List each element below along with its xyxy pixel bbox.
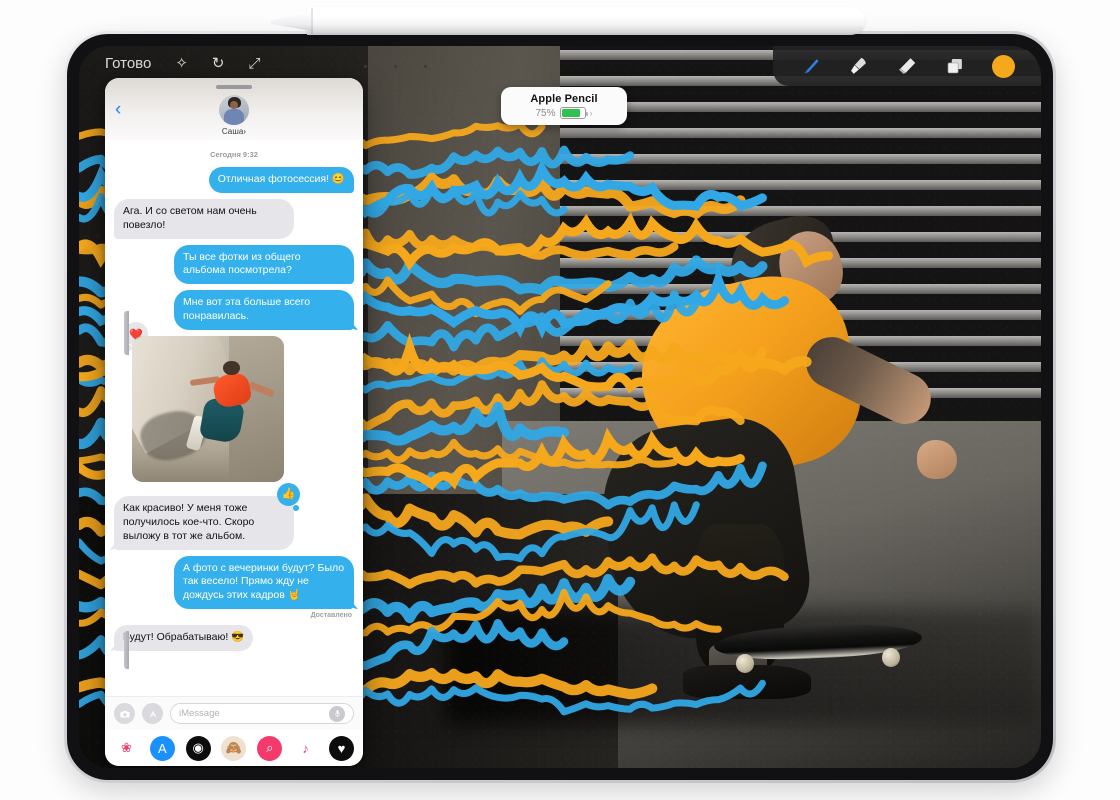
eraser-tool[interactable] xyxy=(892,53,922,79)
apple-pencil-accessory xyxy=(265,3,865,39)
app-store-icon[interactable] xyxy=(142,703,163,724)
message-bubble-outgoing[interactable]: Ты все фотки из общего альбома посмотрел… xyxy=(174,244,354,285)
bubble-tail xyxy=(110,536,121,550)
microphone-icon[interactable] xyxy=(329,705,345,722)
apple-pencil-battery-popup: Apple Pencil 75% › xyxy=(501,87,627,125)
toolbar-item[interactable]: Готово xyxy=(105,55,151,72)
slideover-drag-handle[interactable] xyxy=(216,85,252,89)
message-bubble-outgoing[interactable]: Мне вот эта больше всего понравилась. xyxy=(174,290,358,331)
avatar[interactable] xyxy=(219,95,249,125)
message-bubble-outgoing[interactable]: А фото с вечеринки будут? Было так весел… xyxy=(174,555,358,610)
message-bubble-outgoing[interactable]: Отличная фотосессия! 😊 xyxy=(208,167,354,193)
images-search-icon[interactable]: ⌕ xyxy=(257,735,283,761)
toolbar-item[interactable]: ↻ xyxy=(212,54,225,72)
message-input[interactable]: iMessage xyxy=(170,703,354,724)
app-store-icon[interactable]: A xyxy=(149,735,175,761)
message-bubble-incoming[interactable]: Ага. И со светом нам очень повезло! xyxy=(114,198,294,239)
imessage-app-drawer[interactable]: ❀ A ◉ 🙈 ⌕ ♪ ♥ xyxy=(105,730,363,766)
apple-pencil-seam xyxy=(311,8,313,34)
microphone-hole-icon xyxy=(394,65,397,68)
marker-tool[interactable] xyxy=(844,53,874,79)
music-record-icon[interactable]: ◉ xyxy=(185,735,211,761)
ipad-screen: Готово ✧ ↻ ⤢ Apple Pencil 75% › ‹ Саша› … xyxy=(79,46,1041,768)
photo-app-toolbar[interactable]: Готово ✧ ↻ ⤢ xyxy=(93,46,423,80)
bubble-tail xyxy=(110,638,121,652)
message-thread[interactable]: Сегодня 9:32 Отличная фотосессия! 😊 Ага.… xyxy=(105,140,363,696)
color-swatch-button[interactable] xyxy=(988,53,1018,79)
apple-pencil-battery-row: 75% › xyxy=(535,107,593,119)
message-bubble-incoming[interactable]: Как красиво! У меня тоже получилось кое-… xyxy=(110,483,300,550)
digital-touch-icon[interactable]: ♥ xyxy=(328,735,354,761)
back-button[interactable]: ‹ xyxy=(115,100,121,119)
message-row: Мне вот эта больше всего понравилась. xyxy=(114,290,358,331)
apple-pencil-tip xyxy=(271,12,311,31)
markup-toolbar[interactable] xyxy=(773,46,1041,86)
delivered-status: Доставлено xyxy=(310,612,352,620)
message-row: Отличная фотосессия! 😊 xyxy=(114,167,354,193)
microphone-hole-icon xyxy=(424,65,427,68)
power-button[interactable] xyxy=(124,311,129,355)
chevron-right-icon: › xyxy=(589,108,593,118)
toolbar-item[interactable]: ⤢ xyxy=(248,55,260,72)
message-composer[interactable]: iMessage xyxy=(105,696,363,730)
bubble-tail xyxy=(347,317,358,331)
apple-pencil-title: Apple Pencil xyxy=(530,93,598,105)
camera-icon[interactable] xyxy=(114,703,135,724)
message-row: Ты все фотки из общего альбома посмотрел… xyxy=(114,244,354,285)
microphone-hole-icon xyxy=(364,65,367,68)
layers-tool[interactable] xyxy=(940,53,970,79)
music-note-icon[interactable]: ♪ xyxy=(293,735,319,761)
conversation-identity[interactable]: Саша› xyxy=(219,95,249,136)
battery-icon xyxy=(559,107,588,119)
photos-app-icon[interactable]: ❀ xyxy=(114,735,139,761)
apple-pencil-body xyxy=(307,7,865,35)
message-row: Ага. И со светом нам очень повезло! xyxy=(114,198,354,239)
battery-percent-label: 75% xyxy=(535,107,556,119)
day-timestamp: Сегодня 9:32 xyxy=(210,150,258,159)
messages-slideover-panel[interactable]: ‹ Саша› Сегодня 9:32 Отличная фотосессия… xyxy=(105,78,363,766)
ipad-device: Готово ✧ ↻ ⤢ Apple Pencil 75% › ‹ Саша› … xyxy=(64,31,1056,783)
photo-attachment[interactable]: ❤️ xyxy=(124,322,354,483)
volume-button[interactable] xyxy=(124,631,129,669)
toolbar-item[interactable]: ✧ xyxy=(175,54,188,72)
tapback-thumbsup-icon[interactable]: 👍 xyxy=(277,483,300,512)
ipad-bezel: Готово ✧ ↻ ⤢ Apple Pencil 75% › ‹ Саша› … xyxy=(67,34,1053,780)
bubble-tail xyxy=(347,596,358,610)
pen-tool[interactable] xyxy=(796,53,826,79)
message-bubble-incoming[interactable]: Будут! Обрабатываю! 😎 xyxy=(110,625,254,652)
message-row: А фото с вечеринки будут? Было так весел… xyxy=(114,555,358,610)
active-color-swatch[interactable] xyxy=(991,54,1015,78)
message-input-placeholder: iMessage xyxy=(179,708,220,719)
message-row: Как красиво! У меня тоже получилось кое-… xyxy=(110,483,354,550)
memoji-icon[interactable]: 🙈 xyxy=(221,735,247,761)
contact-name: Саша› xyxy=(221,127,247,136)
skatepark-photo[interactable] xyxy=(132,336,284,483)
message-row: Будут! Обрабатываю! 😎 xyxy=(110,625,354,652)
screenshot-stage: Готово ✧ ↻ ⤢ Apple Pencil 75% › ‹ Саша› … xyxy=(0,0,1120,800)
